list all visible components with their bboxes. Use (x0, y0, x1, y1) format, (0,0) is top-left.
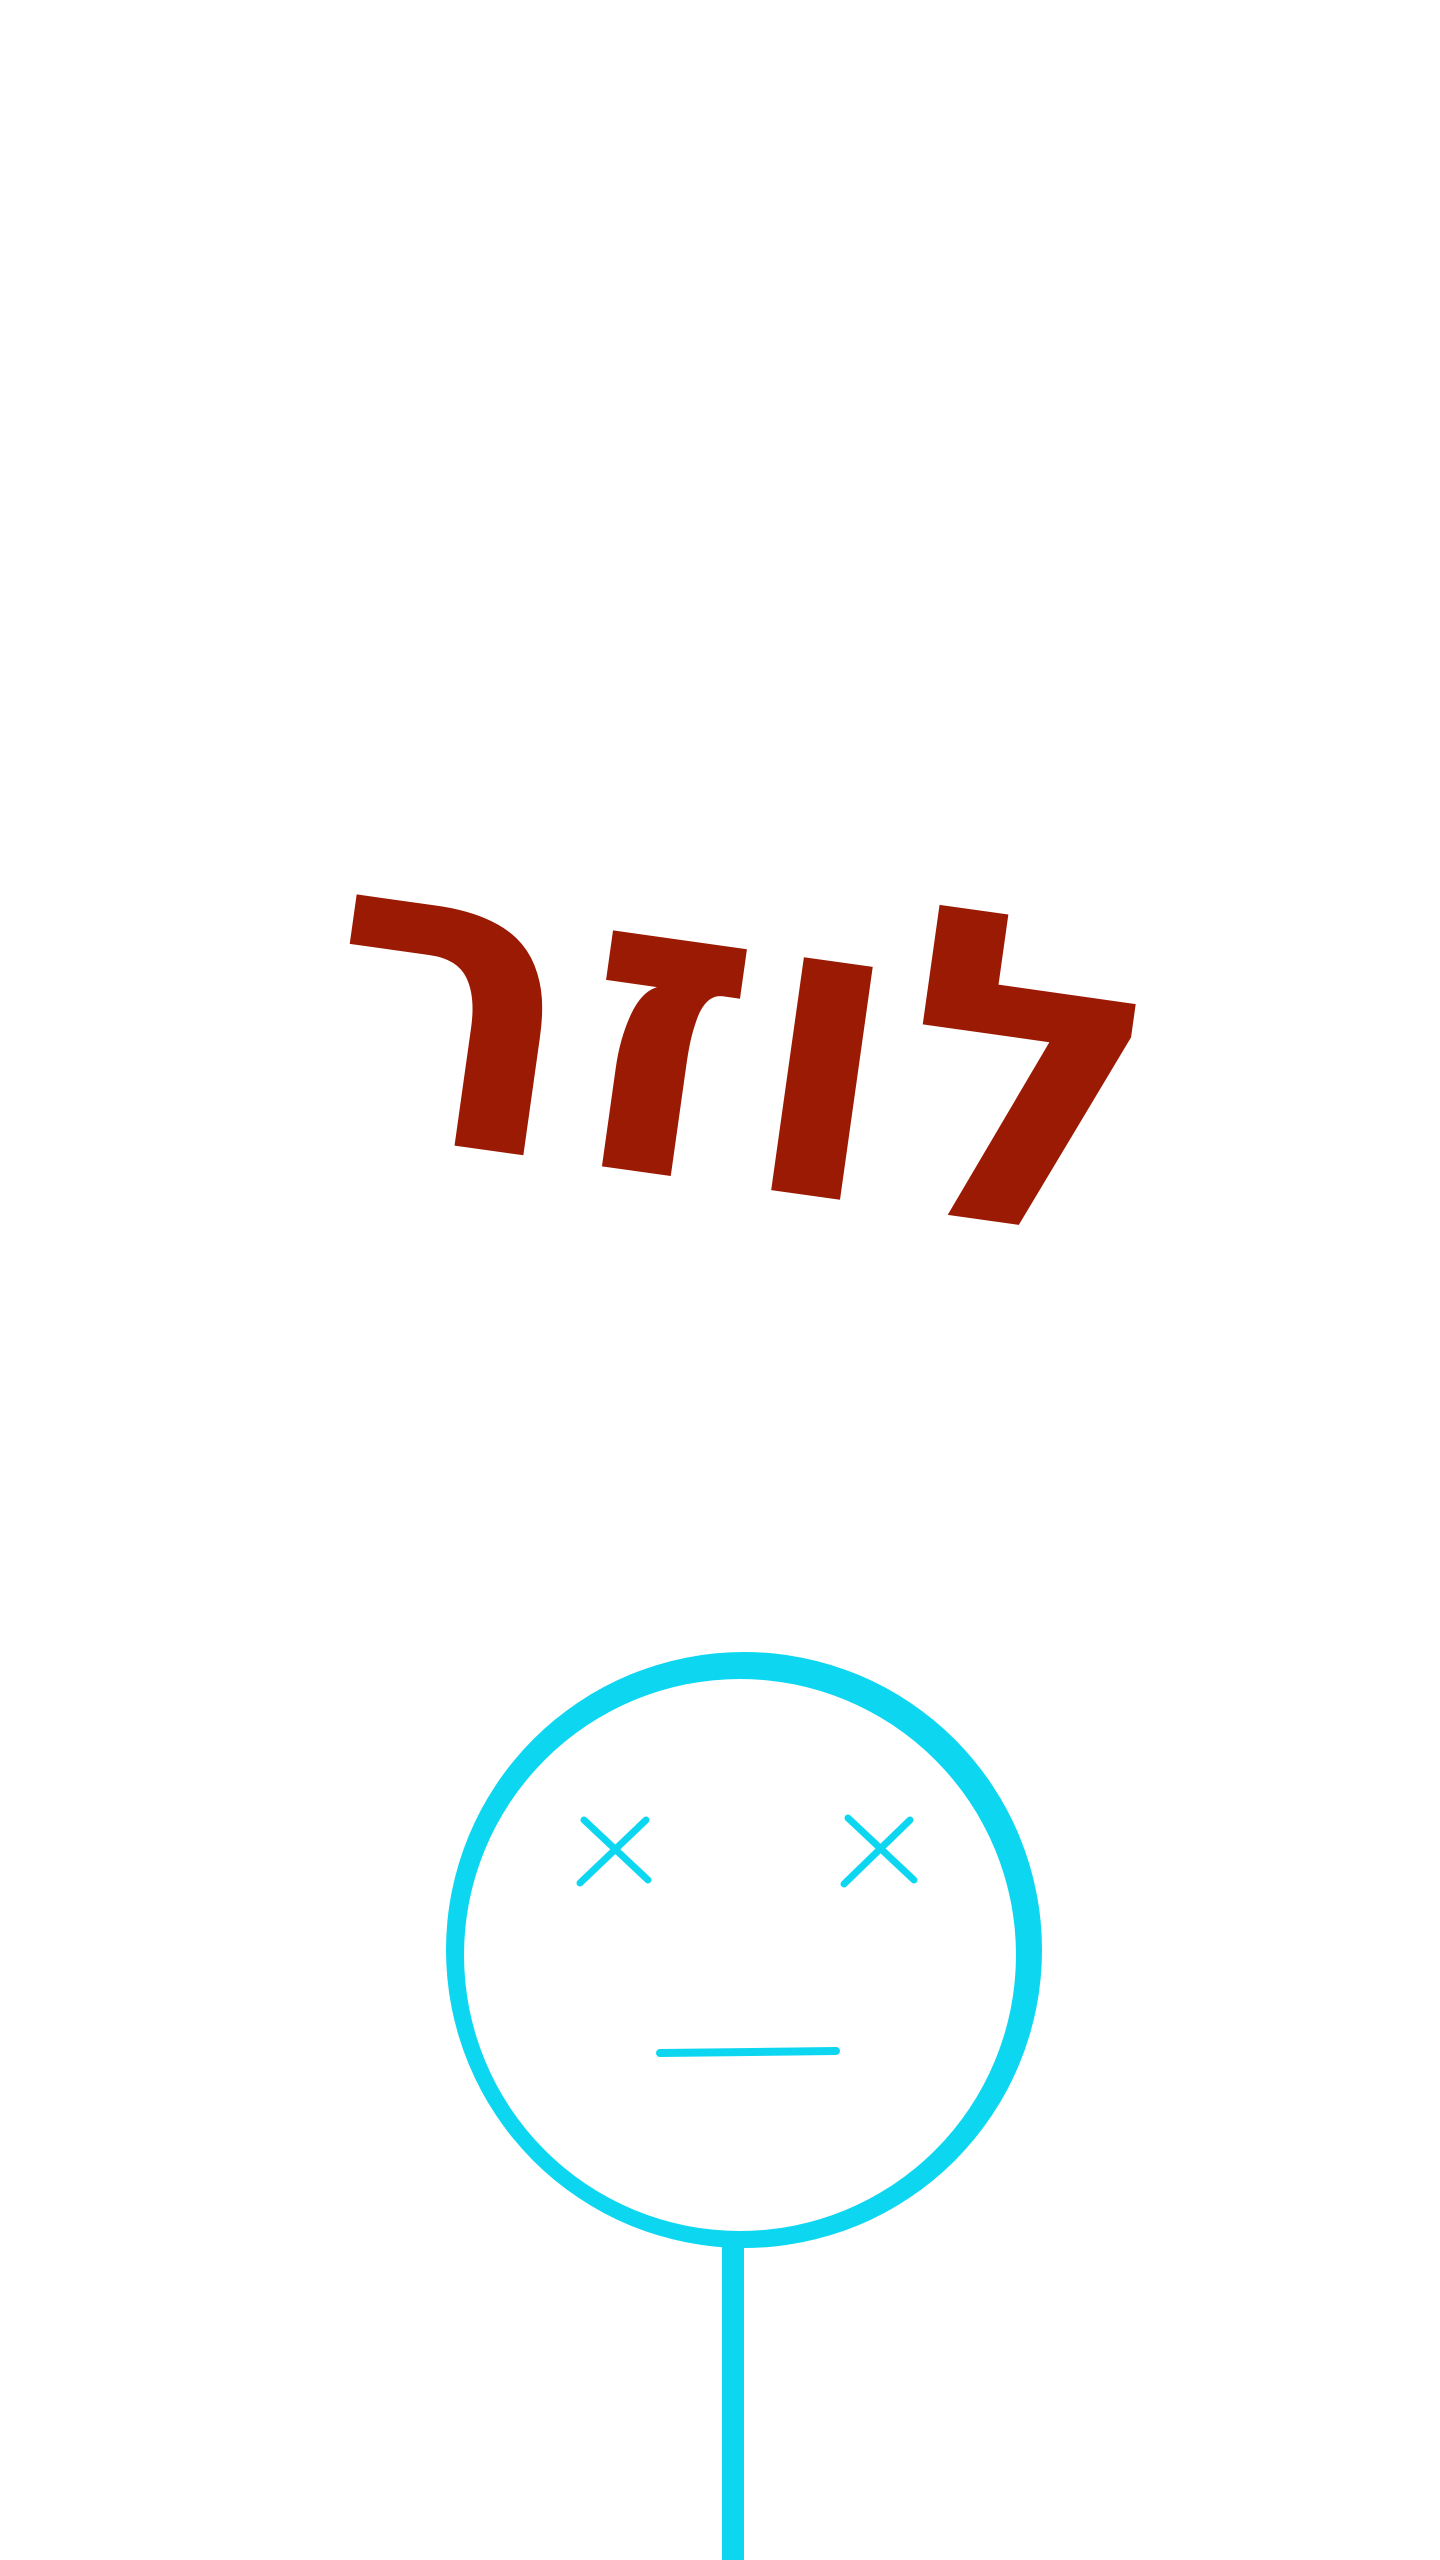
head-inner (464, 1679, 1016, 2231)
character-shape (446, 1652, 1042, 2560)
stick-figure (446, 1652, 1042, 2560)
game-over-screen: לוזר (0, 0, 1440, 2560)
mouth-line (656, 2047, 840, 2057)
